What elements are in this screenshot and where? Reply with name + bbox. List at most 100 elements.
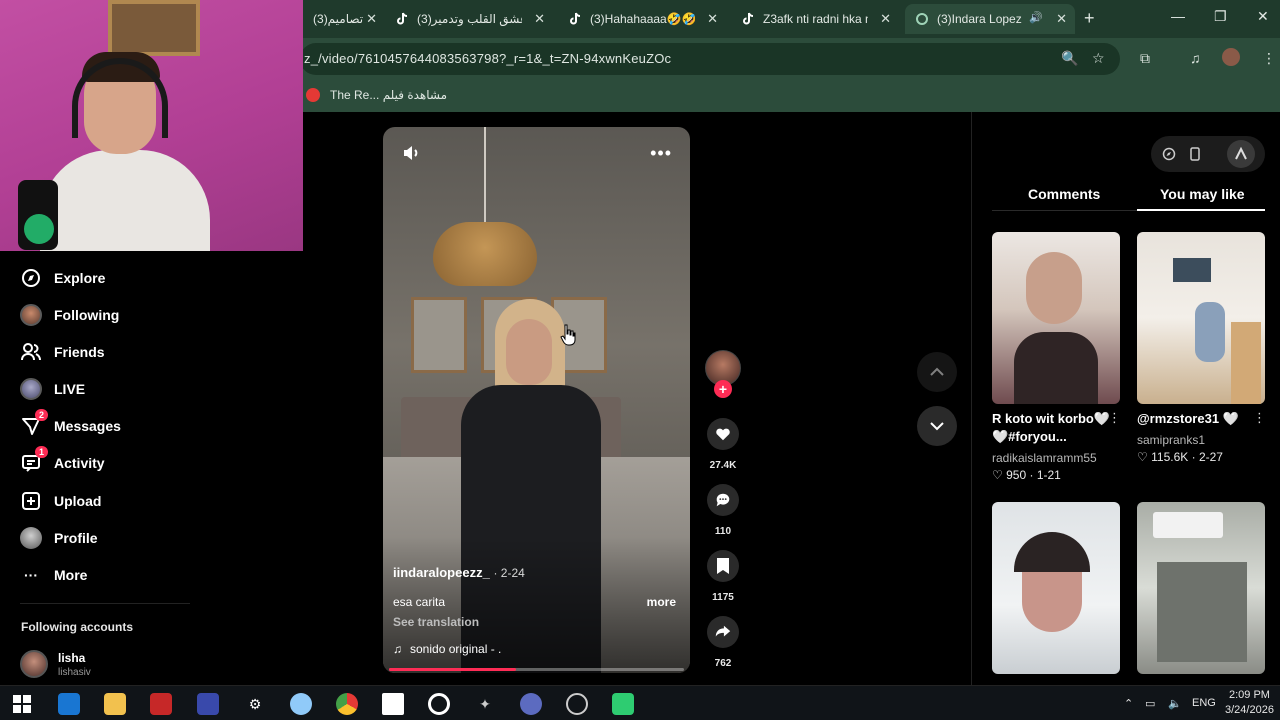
- browser-tab-3[interactable]: (3)Hahahaaaa🤣🤣🤣 ✕: [558, 4, 726, 34]
- tab-comments[interactable]: Comments: [1028, 186, 1100, 202]
- browser-tab-1[interactable]: تصاميم(3) ✕: [303, 4, 385, 34]
- sidebar-item-friends[interactable]: Friends: [20, 338, 105, 366]
- avatar: [20, 650, 48, 678]
- new-tab-button[interactable]: +: [1084, 8, 1095, 29]
- sidebar-item-live[interactable]: LIVE: [20, 375, 85, 403]
- friends-icon: [20, 341, 42, 363]
- comment-icon: [716, 493, 730, 507]
- app-icon[interactable]: [612, 693, 634, 715]
- heart-outline-icon: ♡: [992, 468, 1003, 482]
- voice-shifter-icon[interactable]: [150, 693, 172, 715]
- card-more-icon[interactable]: ⋮: [1108, 410, 1121, 426]
- media-control-icon[interactable]: ♫: [1190, 50, 1201, 66]
- like-button[interactable]: [707, 418, 739, 450]
- sidebar-item-more[interactable]: ··· More: [20, 561, 87, 589]
- tab-you-may-like[interactable]: You may like: [1160, 186, 1245, 202]
- following-account[interactable]: lisha lishasiv: [20, 650, 91, 678]
- video-progress-bar[interactable]: [389, 668, 684, 671]
- recommended-video-title[interactable]: @rmzstore31 🤍: [1137, 410, 1261, 428]
- settings-icon[interactable]: ⚙: [244, 693, 266, 715]
- browser-tab-2[interactable]: عشق القلب وتدمير(3) ✕: [385, 4, 553, 34]
- store-icon[interactable]: [58, 693, 80, 715]
- app-icon[interactable]: [197, 693, 219, 715]
- save-count: 1175: [712, 592, 734, 603]
- cortana-icon[interactable]: [428, 693, 450, 715]
- zoom-icon[interactable]: 🔍: [1061, 50, 1078, 67]
- recommended-video-thumbnail[interactable]: [992, 232, 1120, 404]
- recommended-video-stats: ♡ 115.6K · 2-27: [1137, 450, 1223, 464]
- app-icon[interactable]: [566, 693, 588, 715]
- sidebar-item-profile[interactable]: Profile: [20, 524, 98, 552]
- taskbar: ⚙ ✦ ⌃ ▭ 🔈 ENG 2:09 PM 3/24/2026: [0, 685, 1280, 720]
- next-video-button[interactable]: [917, 406, 957, 446]
- discord-icon[interactable]: [520, 693, 542, 715]
- caption-more-link[interactable]: more: [647, 595, 676, 609]
- chrome-icon[interactable]: [336, 693, 358, 715]
- see-translation-link[interactable]: See translation: [393, 615, 479, 629]
- like-count: 27.4K: [709, 460, 737, 471]
- file-explorer-icon[interactable]: [104, 693, 126, 715]
- windows-start-icon[interactable]: [11, 693, 33, 715]
- minimize-button[interactable]: —: [1171, 8, 1185, 24]
- card-more-icon[interactable]: ⋮: [1253, 410, 1266, 426]
- bookmark-item[interactable]: The Re... مشاهدة فيلم: [306, 88, 447, 102]
- sound-link[interactable]: ♫ sonido original - .: [393, 642, 501, 656]
- more-options-icon[interactable]: •••: [650, 143, 672, 164]
- sidebar-item-messages[interactable]: 2 Messages: [20, 409, 121, 440]
- close-tab-icon[interactable]: ✕: [366, 11, 377, 27]
- speaker-icon[interactable]: 🔊: [1029, 11, 1043, 24]
- clock[interactable]: 2:09 PM 3/24/2026: [1225, 688, 1274, 718]
- recommended-video-user[interactable]: samipranks1: [1137, 433, 1205, 447]
- recommended-video-thumbnail[interactable]: [1137, 502, 1265, 674]
- creator-avatar-icon[interactable]: [1227, 140, 1255, 168]
- app-icon[interactable]: ✦: [474, 693, 496, 715]
- star-icon[interactable]: ☆: [1092, 50, 1105, 67]
- video-progress-fill: [389, 668, 516, 671]
- tray-chevron-icon[interactable]: ⌃: [1124, 697, 1133, 710]
- profile-avatar-icon[interactable]: [1222, 48, 1240, 66]
- recommended-video-user[interactable]: radikaislamramm55: [992, 451, 1097, 465]
- browser-tab-active[interactable]: (3)Indara Lopez 🔊 ✕: [905, 4, 1075, 34]
- activity-icon: 1: [20, 446, 48, 474]
- document-icon[interactable]: [382, 693, 404, 715]
- url-field[interactable]: z_/video/7610457644083563798?_r=1&_t=ZN-…: [300, 43, 1120, 75]
- recommended-video-thumbnail[interactable]: [1137, 232, 1265, 404]
- sidebar-item-explore[interactable]: Explore: [20, 264, 105, 292]
- recommended-video-thumbnail[interactable]: [992, 502, 1120, 674]
- tiktok-icon: [570, 12, 581, 25]
- video-player[interactable]: ••• iindaralopeezz_ · 2-24 esa carita mo…: [383, 127, 690, 673]
- previous-video-button[interactable]: [917, 352, 957, 392]
- close-tab-icon[interactable]: ✕: [1056, 11, 1067, 27]
- sidebar-item-upload[interactable]: Upload: [20, 487, 101, 515]
- wall-art: [411, 297, 467, 373]
- video-caption: esa carita: [393, 595, 446, 609]
- close-tab-icon[interactable]: ✕: [534, 11, 545, 27]
- save-button[interactable]: [707, 550, 739, 582]
- video-author[interactable]: iindaralopeezz_ · 2-24: [393, 565, 525, 580]
- volume-icon[interactable]: 🔈: [1168, 697, 1182, 710]
- recommended-video-title[interactable]: R koto wit korbo🤍 🤍#foryou...: [992, 410, 1116, 446]
- app-icon[interactable]: [290, 693, 312, 715]
- share-icon: [715, 625, 731, 637]
- phone-icon[interactable]: [1187, 146, 1203, 162]
- share-button[interactable]: [707, 616, 739, 648]
- browser-tab-4[interactable]: Z3afk nti radni hka nc ✕: [731, 4, 899, 34]
- restore-button[interactable]: ❐: [1214, 8, 1227, 25]
- stats-separator: ·: [1191, 450, 1196, 464]
- close-window-button[interactable]: ✕: [1257, 8, 1269, 25]
- volume-icon[interactable]: [401, 143, 421, 163]
- sidebar: Explore Following Friends LIVE 2 Message…: [0, 251, 303, 685]
- network-icon[interactable]: ▭: [1145, 697, 1155, 710]
- youtube-icon: [306, 88, 320, 102]
- close-tab-icon[interactable]: ✕: [880, 11, 891, 27]
- language-indicator[interactable]: ENG: [1192, 697, 1216, 709]
- extensions-icon[interactable]: ⧉: [1140, 50, 1150, 67]
- follow-plus-icon[interactable]: +: [714, 380, 732, 398]
- close-tab-icon[interactable]: ✕: [707, 11, 718, 27]
- sidebar-item-following[interactable]: Following: [20, 301, 119, 329]
- comment-button[interactable]: [707, 484, 739, 516]
- sidebar-item-activity[interactable]: 1 Activity: [20, 446, 105, 477]
- more-icon: ···: [24, 567, 38, 583]
- compass-icon[interactable]: [1161, 146, 1177, 162]
- menu-icon[interactable]: ⋮: [1262, 50, 1276, 67]
